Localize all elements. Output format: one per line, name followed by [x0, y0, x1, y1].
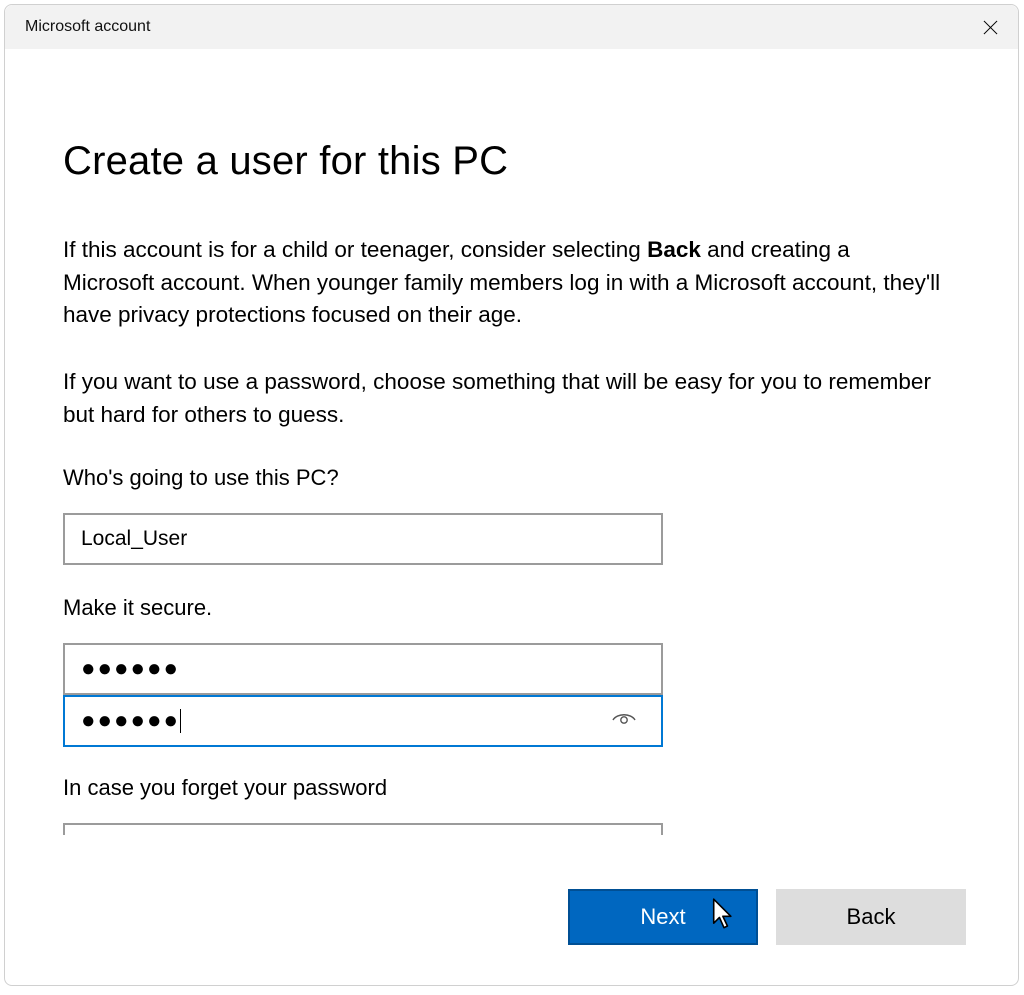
security-question-field-partial[interactable]: [63, 823, 663, 835]
username-input[interactable]: [63, 513, 663, 565]
content-area: Create a user for this PC If this accoun…: [5, 49, 1018, 985]
intro-p1-bold: Back: [647, 237, 701, 262]
confirm-password-mask: ●●●●●●: [81, 709, 180, 733]
eye-icon: [611, 708, 637, 728]
page-heading: Create a user for this PC: [63, 139, 960, 184]
intro-paragraph-2: If you want to use a password, choose so…: [63, 366, 943, 431]
window-title: Microsoft account: [25, 18, 150, 36]
confirm-password-input[interactable]: ●●●●●●: [63, 695, 663, 747]
username-field-wrap: [63, 513, 960, 565]
password-mask: ●●●●●●: [81, 657, 180, 681]
intro-p1-pre: If this account is for a child or teenag…: [63, 237, 647, 262]
password-input[interactable]: ●●●●●●: [63, 643, 663, 695]
username-label: Who's going to use this PC?: [63, 465, 960, 491]
close-button[interactable]: [962, 5, 1018, 49]
password-group: ●●●●●● ●●●●●●: [63, 643, 960, 747]
dialog-window: Microsoft account Create a user for this…: [4, 4, 1019, 986]
next-button[interactable]: Next: [568, 889, 758, 945]
close-icon: [983, 20, 998, 35]
text-caret: [180, 709, 181, 733]
password-section-label: Make it secure.: [63, 595, 960, 621]
recovery-label: In case you forget your password: [63, 775, 960, 801]
intro-paragraph-1: If this account is for a child or teenag…: [63, 234, 943, 332]
titlebar: Microsoft account: [5, 5, 1018, 49]
password-reveal-button[interactable]: [611, 708, 637, 734]
back-button[interactable]: Back: [776, 889, 966, 945]
footer-buttons: Next Back: [568, 889, 966, 945]
